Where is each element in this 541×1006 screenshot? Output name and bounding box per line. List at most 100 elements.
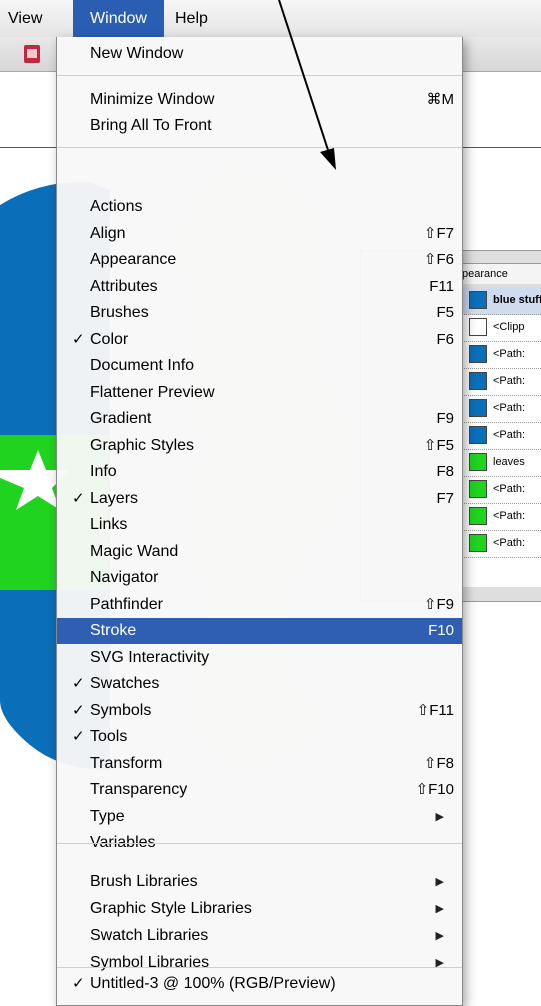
menu-item-svg-interactivity[interactable]: SVG Interactivity [57, 645, 462, 671]
menu-window[interactable]: Window [73, 0, 164, 37]
menu-item-stroke[interactable]: Stroke F10 [57, 618, 462, 644]
menu-item-shortcut: F8 [436, 463, 454, 480]
menu-item-label: Document Info [90, 357, 195, 374]
checkmark-icon: ✓ [72, 330, 85, 348]
menu-item-gradient[interactable]: Gradient F9 [57, 406, 462, 432]
layers-list: blue stuff <Clipp <Path: <Path: <Path: <Path:… [461, 287, 541, 587]
menu-item-label: Actions [90, 198, 143, 215]
menu-item-swatch-libraries[interactable]: Swatch Libraries ▶ [57, 923, 462, 949]
layers-row[interactable]: <Path: [461, 476, 541, 504]
menu-item-label: Links [90, 516, 128, 533]
menu-item-shortcut: F10 [428, 622, 454, 639]
menu-item-new-window[interactable]: New Window [57, 41, 462, 67]
menu-item-label: Info [90, 463, 117, 480]
layer-name: <Path: [493, 483, 526, 495]
menu-item-swatches[interactable]: ✓ Swatches [57, 671, 462, 697]
layer-name: <Path: [493, 402, 526, 414]
menu-item-minimize-window[interactable]: Minimize Window ⌘M [57, 87, 462, 113]
layers-row[interactable]: leaves [461, 449, 541, 477]
menu-item-shortcut: F9 [436, 410, 454, 427]
menu-item-shortcut: F7 [436, 489, 454, 507]
menu-item-shortcut: ⇧F11 [416, 701, 454, 719]
menu-item-appearance[interactable]: Appearance ⇧F6 [57, 247, 462, 273]
menu-item-document-info[interactable]: Document Info [57, 353, 462, 379]
checkmark-icon: ✓ [72, 728, 85, 745]
layers-row[interactable]: <Path: [461, 422, 541, 450]
menu-item-label: Navigator [90, 569, 159, 586]
menu-item-graphic-styles[interactable]: Graphic Styles ⇧F5 [57, 433, 462, 459]
menu-item-shortcut: ⇧F10 [415, 781, 454, 798]
menu-item-shortcut: F6 [436, 330, 454, 348]
menu-view[interactable]: View [0, 0, 54, 37]
menu-item-info[interactable]: Info F8 [57, 459, 462, 485]
menu-item-pathfinder[interactable]: Pathfinder ⇧F9 [57, 592, 462, 618]
layer-name: <Clipp [493, 321, 525, 333]
layer-thumbnail [469, 291, 487, 310]
menu-item-shortcut: F5 [436, 304, 454, 321]
submenu-arrow-icon: ▶ [435, 876, 444, 888]
menu-item-color[interactable]: ✓ Color F6 [57, 327, 462, 353]
layers-row[interactable]: <Clipp [461, 314, 541, 342]
appearance-tab[interactable]: pearance [457, 263, 541, 284]
menu-item-bring-all-to-front[interactable]: Bring All To Front [57, 113, 462, 139]
menu-item-label: Transparency [90, 781, 188, 798]
menu-item-type[interactable]: Type ▶ [57, 804, 462, 830]
menu-item-label: Brush Libraries [90, 873, 198, 890]
menu-item-flattener-preview[interactable]: Flattener Preview [57, 380, 462, 406]
menu-bar: View Window Help [0, 0, 541, 38]
menu-item-transform[interactable]: Transform ⇧F8 [57, 751, 462, 777]
layers-row[interactable]: <Path: [461, 530, 541, 558]
menu-item-label: Transform [90, 754, 163, 772]
layers-row[interactable]: <Path: [461, 368, 541, 396]
menu-item-transparency[interactable]: Transparency ⇧F10 [57, 777, 462, 803]
layer-thumbnail [469, 399, 487, 418]
menu-item-label: Type [90, 807, 125, 825]
window-menu: New Window Minimize Window ⌘M Bring All … [56, 37, 463, 1006]
menu-item-label: Appearance [90, 251, 177, 268]
layers-row[interactable]: <Path: [461, 503, 541, 531]
menu-item-links[interactable]: Links [57, 512, 462, 538]
layer-thumbnail [469, 345, 487, 364]
layer-name: blue stuff [493, 294, 541, 306]
menu-item-shortcut: ⇧F8 [423, 754, 454, 772]
menu-item-align[interactable]: Align ⇧F7 [57, 221, 462, 247]
layers-row[interactable]: blue stuff [461, 287, 541, 315]
menu-item-attributes[interactable]: Attributes F11 [57, 274, 462, 300]
menu-item-shortcut: ⇧F9 [423, 595, 454, 613]
menu-item-magic-wand[interactable]: Magic Wand [57, 539, 462, 565]
menu-item-label: Bring All To Front [90, 117, 212, 134]
layer-thumbnail [469, 480, 487, 499]
menu-item-label: Graphic Styles [90, 436, 195, 454]
menu-item-brushes[interactable]: Brushes F5 [57, 300, 462, 326]
menu-item-actions[interactable]: Actions [57, 194, 462, 220]
menu-item-tools[interactable]: ✓ Tools [57, 724, 462, 750]
menu-item-navigator[interactable]: Navigator [57, 565, 462, 591]
menu-item-label: Pathfinder [90, 595, 163, 613]
menu-separator [57, 147, 462, 148]
layer-thumbnail [469, 372, 487, 391]
menu-separator [57, 843, 462, 844]
menu-item-shortcut: ⇧F6 [423, 251, 454, 268]
menu-item-label: Attributes [90, 277, 158, 295]
layer-thumbnail [469, 426, 487, 445]
menu-separator [57, 75, 462, 76]
menu-item-label: Graphic Style Libraries [90, 900, 252, 917]
menu-item-symbols[interactable]: ✓ Symbols ⇧F11 [57, 698, 462, 724]
layer-name: <Path: [493, 348, 526, 360]
menu-item-brush-libraries[interactable]: Brush Libraries ▶ [57, 869, 462, 895]
layer-name: <Path: [493, 510, 526, 522]
menu-separator [57, 967, 462, 968]
layers-row[interactable]: <Path: [461, 395, 541, 423]
menu-item-layers[interactable]: ✓ Layers F7 [57, 486, 462, 512]
menu-item-label: Minimize Window [90, 91, 215, 108]
layer-name: <Path: [493, 537, 526, 549]
menu-item-label: Gradient [90, 410, 152, 427]
layers-row[interactable]: <Path: [461, 341, 541, 369]
menu-help[interactable]: Help [163, 0, 220, 37]
menu-item-document-window[interactable]: ✓ Untitled-3 @ 100% (RGB/Preview) [57, 971, 462, 997]
menu-item-graphic-style-libraries[interactable]: Graphic Style Libraries ▶ [57, 896, 462, 922]
menu-item-label: Swatch Libraries [90, 927, 209, 944]
submenu-arrow-icon: ▶ [435, 903, 444, 915]
submenu-arrow-icon: ▶ [435, 810, 444, 823]
document-icon [24, 45, 40, 63]
